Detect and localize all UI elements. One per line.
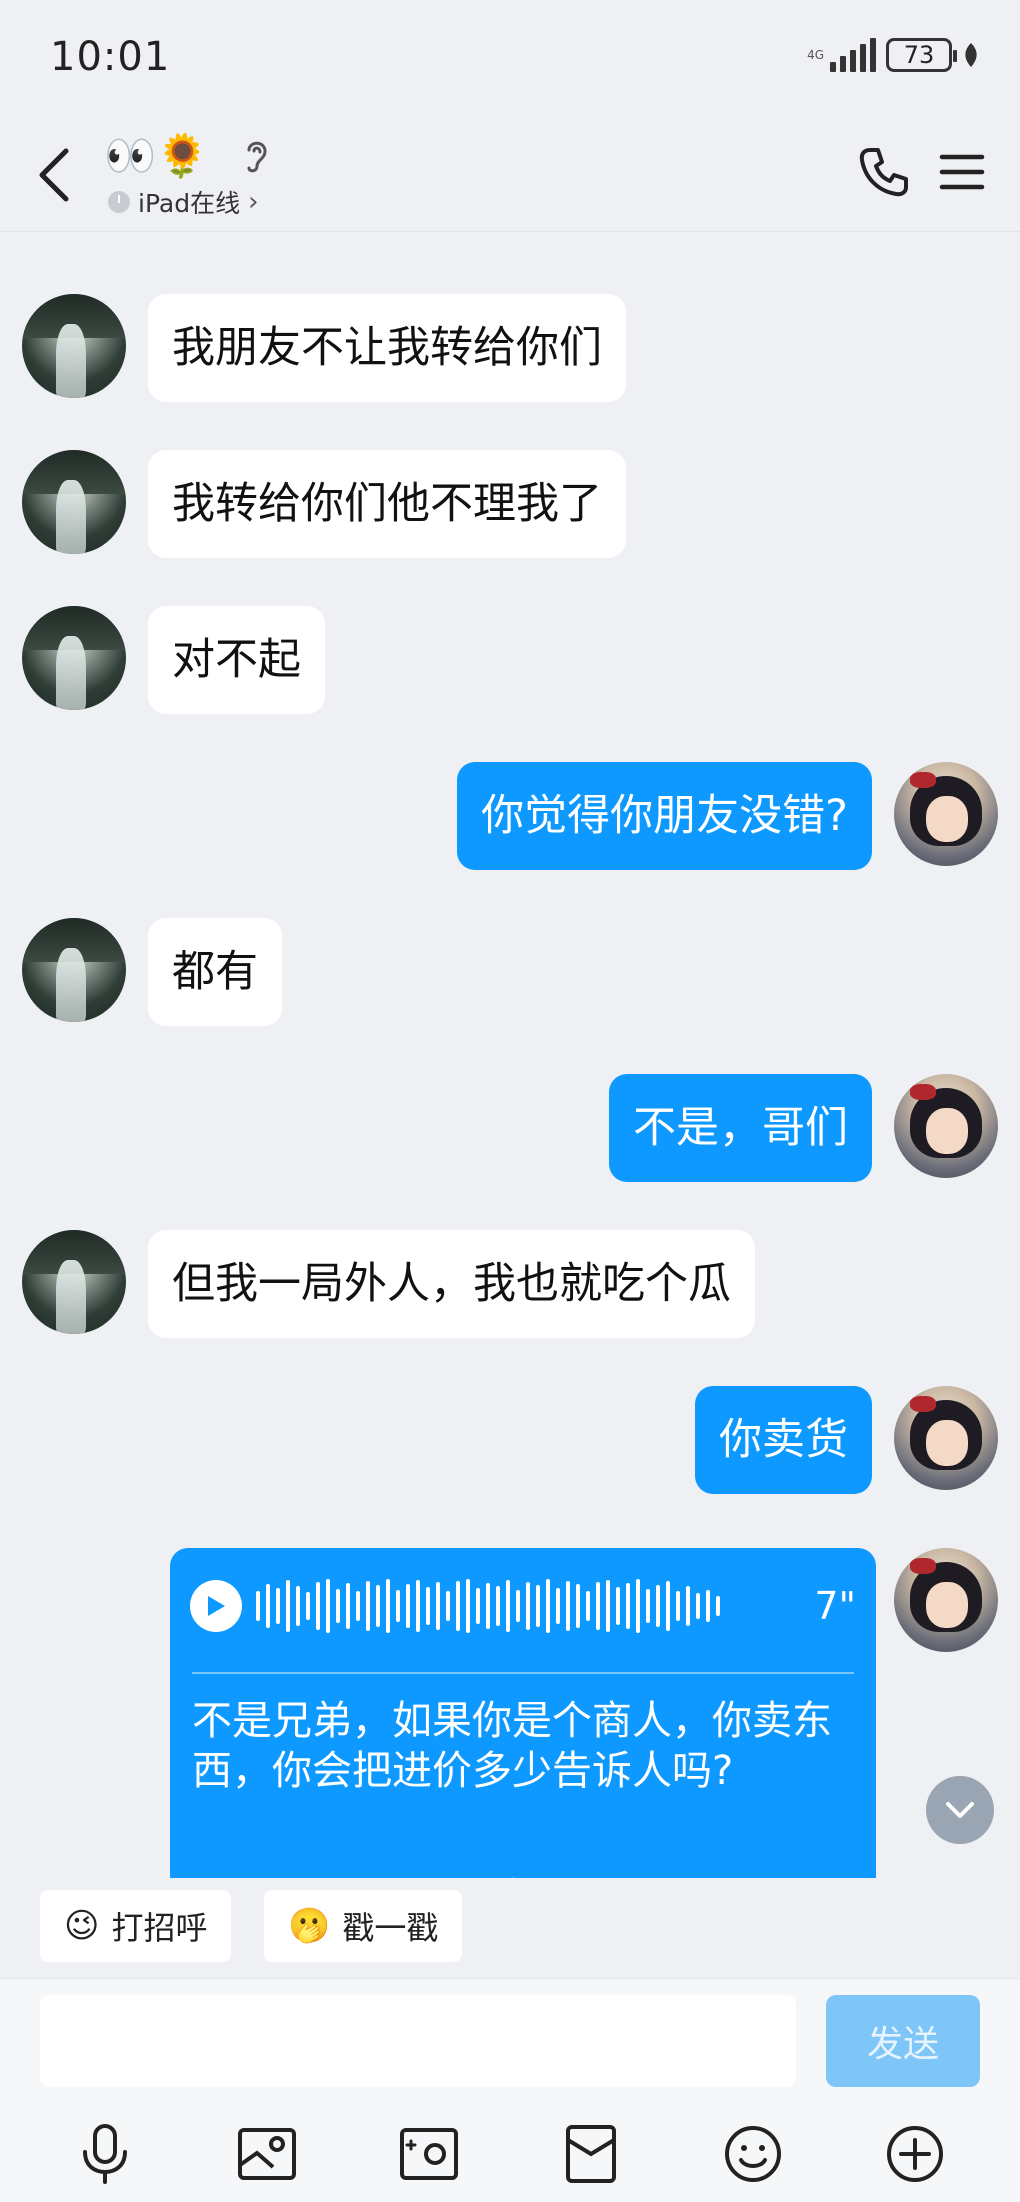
my-avatar[interactable] <box>894 1548 998 1652</box>
phone-icon <box>859 148 908 197</box>
camera-icon <box>400 2128 458 2180</box>
signal-icon: 4G <box>807 38 876 72</box>
quick-reply-label: 打招呼 <box>111 1909 208 1947</box>
message-input[interactable] <box>40 1995 796 2087</box>
photo-button[interactable] <box>231 2118 303 2190</box>
chevron-right-icon: › <box>248 187 259 217</box>
camera-button[interactable] <box>393 2118 465 2190</box>
voice-duration: 7" <box>814 1584 856 1628</box>
message-bubble[interactable]: 你觉得你朋友没错? <box>457 762 872 870</box>
message-bubble[interactable]: 对不起 <box>148 606 325 714</box>
play-button[interactable] <box>190 1580 242 1632</box>
contact-avatar[interactable] <box>22 918 126 1022</box>
online-status[interactable]: iPad在线 › <box>108 184 259 220</box>
waveform <box>256 1578 720 1634</box>
quick-reply-greet[interactable]: 😉 打招呼 <box>40 1890 232 1962</box>
chat-area[interactable]: 我朋友不让我转给你们 我转给你们他不理我了 对不起 你觉得你朋友没错? 都有 不… <box>0 232 1020 1878</box>
message-outgoing: 你卖货 <box>695 1386 998 1494</box>
status-indicators: 4G 73 <box>807 38 980 72</box>
emoji-icon <box>725 2126 781 2182</box>
my-avatar[interactable] <box>894 1386 998 1490</box>
hamburger-icon <box>939 154 985 190</box>
collapse-transcript-icon[interactable]: ︿ <box>500 1856 526 1878</box>
play-icon <box>208 1596 225 1616</box>
message-bubble[interactable]: 你卖货 <box>695 1386 872 1494</box>
contact-avatar[interactable] <box>22 450 126 554</box>
voice-divider <box>192 1672 854 1674</box>
online-status-label: iPad在线 <box>138 189 241 218</box>
contact-avatar[interactable] <box>22 1230 126 1334</box>
plus-icon <box>887 2126 943 2182</box>
mic-icon <box>83 2124 127 2184</box>
message-incoming: 我朋友不让我转给你们 <box>22 294 626 402</box>
chevron-down-icon <box>946 1802 974 1818</box>
contact-name[interactable]: 👀🌻 <box>104 126 271 186</box>
call-button[interactable] <box>852 140 916 204</box>
voice-message[interactable]: 7" 不是兄弟，如果你是个商人，你卖东西，你会把进价多少告诉人吗? ︿ <box>170 1548 876 1878</box>
ear-icon[interactable] <box>241 136 271 176</box>
message-incoming: 对不起 <box>22 606 325 714</box>
contact-nickname: 👀🌻 <box>104 131 209 180</box>
leaf-icon <box>965 43 977 67</box>
message-bubble[interactable]: 不是，哥们 <box>609 1074 872 1182</box>
red-packet-button[interactable] <box>555 2118 627 2190</box>
back-button[interactable] <box>28 140 78 210</box>
message-incoming: 都有 <box>22 918 282 1026</box>
status-time: 10:01 <box>50 34 171 80</box>
message-bubble[interactable]: 我转给你们他不理我了 <box>148 450 626 558</box>
voice-transcript[interactable]: 不是兄弟，如果你是个商人，你卖东西，你会把进价多少告诉人吗? <box>192 1696 858 1796</box>
send-button[interactable]: 发送 <box>826 1995 980 2087</box>
contact-avatar[interactable] <box>22 294 126 398</box>
clock-icon <box>108 191 130 213</box>
message-bubble[interactable]: 但我一局外人，我也就吃个瓜 <box>148 1230 755 1338</box>
message-bubble[interactable]: 我朋友不让我转给你们 <box>148 294 626 402</box>
image-icon <box>238 2128 296 2180</box>
wave-emoji-icon: 😉 <box>64 1906 100 1946</box>
emoji-button[interactable] <box>717 2118 789 2190</box>
status-bar: 10:01 4G 73 <box>0 0 1020 118</box>
quick-reply-bar: 😉 打招呼 🫢 戳一戳 <box>0 1878 1020 1978</box>
message-incoming: 我转给你们他不理我了 <box>22 450 626 558</box>
message-outgoing <box>894 1548 998 1652</box>
message-outgoing: 你觉得你朋友没错? <box>457 762 998 870</box>
input-toolbar <box>0 2111 1020 2197</box>
network-label: 4G <box>807 48 824 62</box>
message-incoming: 但我一局外人，我也就吃个瓜 <box>22 1230 755 1338</box>
my-avatar[interactable] <box>894 762 998 866</box>
scroll-to-bottom-button[interactable] <box>926 1776 994 1844</box>
red-packet-icon <box>566 2125 616 2183</box>
voice-player: 7" <box>190 1578 856 1634</box>
battery-icon: 73 <box>886 38 957 72</box>
input-bar: 发送 <box>0 1978 1020 2202</box>
quick-reply-label: 戳一戳 <box>342 1909 439 1947</box>
voice-input-button[interactable] <box>69 2118 141 2190</box>
more-button[interactable] <box>879 2118 951 2190</box>
message-outgoing: 不是，哥们 <box>609 1074 998 1182</box>
poke-emoji-icon: 🫢 <box>288 1906 331 1946</box>
my-avatar[interactable] <box>894 1074 998 1178</box>
message-bubble[interactable]: 都有 <box>148 918 282 1026</box>
quick-reply-poke[interactable]: 🫢 戳一戳 <box>264 1890 463 1962</box>
chat-header: 👀🌻 iPad在线 › <box>0 118 1020 232</box>
contact-avatar[interactable] <box>22 606 126 710</box>
chevron-left-icon <box>39 148 69 202</box>
menu-button[interactable] <box>930 140 994 204</box>
